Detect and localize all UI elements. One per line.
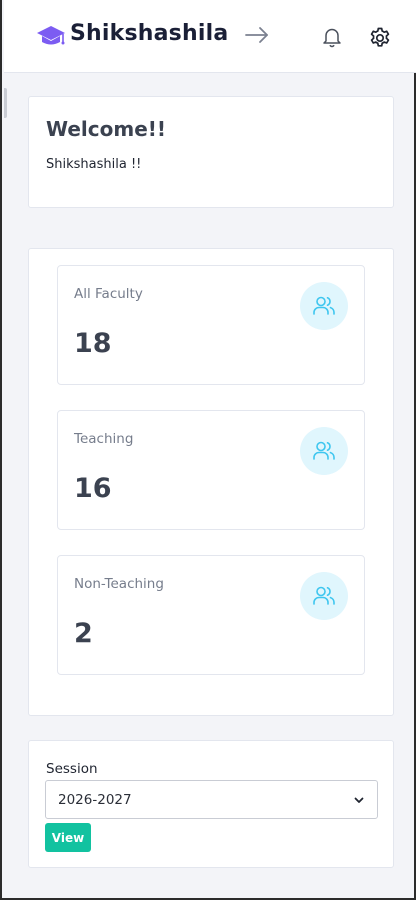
welcome-subtitle: Shikshashila !! [46,157,142,172]
stat-value: 2 [74,618,93,649]
stat-icon-badge [300,572,348,620]
stat-label: Non-Teaching [74,576,164,592]
session-label: Session [46,761,98,777]
stats-card: All Faculty 18 Teaching 16 Non-Teaching … [28,248,394,716]
session-selected-value: 2026-2027 [58,792,132,808]
stat-label: All Faculty [74,286,143,302]
welcome-card: Welcome!! Shikshashila !! [28,96,394,208]
session-card: Session 2026-2027 View [28,740,394,868]
welcome-title: Welcome!! [46,117,167,141]
chevron-down-icon [354,797,364,803]
stat-card-teaching[interactable]: Teaching 16 [57,410,365,530]
users-icon [313,296,335,315]
stat-card-all-faculty[interactable]: All Faculty 18 [57,265,365,385]
stat-icon-badge [300,427,348,475]
stat-value: 16 [74,473,112,504]
users-icon [313,441,335,460]
gear-icon[interactable] [368,26,392,50]
view-button[interactable]: View [45,823,91,852]
stat-icon-badge [300,282,348,330]
sidebar-toggle-tab[interactable] [4,88,7,118]
graduation-cap-icon [37,26,65,45]
stat-value: 18 [74,328,112,359]
bell-icon[interactable] [321,26,343,48]
users-icon [313,586,335,605]
stat-label: Teaching [74,431,134,447]
app-frame: Shikshashila Welcome!! Shikshashila !! A… [0,0,416,900]
stat-card-non-teaching[interactable]: Non-Teaching 2 [57,555,365,675]
brand-name[interactable]: Shikshashila [70,21,228,46]
session-select[interactable]: 2026-2027 [45,780,378,819]
top-navbar: Shikshashila [4,0,416,73]
arrow-right-icon[interactable] [243,24,271,46]
